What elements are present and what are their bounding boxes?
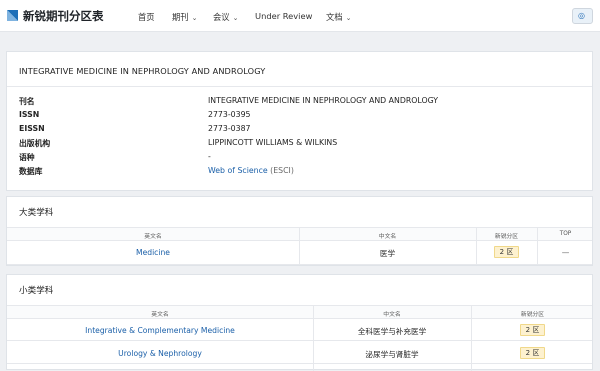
divider bbox=[7, 86, 592, 87]
field-value-eissn: 2773-0387 bbox=[208, 124, 251, 133]
column-header-zone: 新锐分区 bbox=[494, 234, 519, 240]
nav-item-label: 文档 bbox=[326, 12, 343, 22]
settings-button[interactable]: ◎ bbox=[572, 8, 593, 24]
major-subject-card: 大类学科 英文名 中文名 新锐分区 TOP Medicine 医学 2 区 — bbox=[6, 196, 593, 266]
minor-subject-heading: 小类学科 bbox=[19, 286, 54, 296]
top-navbar: 新锐期刊分区表 首页 期刊 ⌄ 会议 ⌄ Under Review 文档 ⌄ ◎ bbox=[0, 0, 600, 32]
database-suffix: (ESCI) bbox=[267, 166, 294, 175]
minor-table-header: 英文名 中文名 新锐分区 bbox=[7, 305, 592, 319]
column-header-chinese: 中文名 bbox=[383, 312, 401, 318]
major-subject-heading: 大类学科 bbox=[19, 208, 54, 218]
field-value-title: INTEGRATIVE MEDICINE IN NEPHROLOGY AND A… bbox=[208, 96, 439, 105]
column-header-zone: 新锐分区 bbox=[520, 312, 545, 318]
zone-badge: 2 区 bbox=[520, 324, 545, 336]
field-label-publisher: 出版机构 bbox=[19, 139, 51, 148]
subject-english-link[interactable]: Urology & Nephrology bbox=[7, 349, 313, 358]
field-label-title: 刊名 bbox=[19, 97, 35, 106]
chevron-down-icon: ⌄ bbox=[345, 14, 352, 22]
minor-subject-card: 小类学科 英文名 中文名 新锐分区 Integrative & Compleme… bbox=[6, 274, 593, 371]
nav-item-home[interactable]: 首页 bbox=[138, 11, 155, 23]
column-header-english: 英文名 bbox=[151, 312, 169, 318]
nav-item-label: 期刊 bbox=[172, 12, 189, 22]
field-value-publisher: LIPPINCOTT WILLIAMS & WILKINS bbox=[208, 138, 338, 147]
logo-icon[interactable] bbox=[7, 10, 18, 21]
column-header-top: TOP bbox=[559, 231, 572, 237]
field-label-issn: ISSN bbox=[19, 110, 40, 119]
field-label-eissn: EISSN bbox=[19, 124, 45, 133]
subject-chinese: 泌尿学与肾脏学 bbox=[365, 350, 419, 359]
chevron-down-icon: ⌄ bbox=[232, 14, 239, 22]
journal-info-card: INTEGRATIVE MEDICINE IN NEPHROLOGY AND A… bbox=[6, 51, 593, 191]
subject-chinese: 医学 bbox=[379, 249, 396, 258]
subject-english-link[interactable]: Integrative & Complementary Medicine bbox=[7, 326, 313, 335]
settings-icon: ◎ bbox=[578, 11, 585, 20]
nav-item-label: Under Review bbox=[255, 11, 313, 21]
journal-title: INTEGRATIVE MEDICINE IN NEPHROLOGY AND A… bbox=[19, 66, 266, 76]
field-label-database: 数据库 bbox=[19, 167, 43, 176]
column-header-english: 英文名 bbox=[144, 234, 162, 240]
column-divider bbox=[299, 227, 300, 265]
chevron-down-icon: ⌄ bbox=[191, 14, 198, 22]
zone-badge: 2 区 bbox=[520, 347, 545, 359]
subject-chinese: 全科医学与补充医学 bbox=[357, 327, 427, 336]
nav-item-journals[interactable]: 期刊 ⌄ bbox=[172, 11, 197, 23]
field-label-language: 语种 bbox=[19, 153, 35, 162]
column-divider bbox=[476, 227, 477, 265]
table-row: Integrative & Complementary Medicine 全科医… bbox=[7, 319, 592, 341]
nav-item-conferences[interactable]: 会议 ⌄ bbox=[213, 11, 238, 23]
subject-english-link[interactable]: Medicine bbox=[7, 248, 299, 257]
nav-item-label: 首页 bbox=[138, 12, 155, 22]
column-header-chinese: 中文名 bbox=[378, 234, 397, 240]
site-brand[interactable]: 新锐期刊分区表 bbox=[23, 8, 104, 24]
nav-item-docs[interactable]: 文档 ⌄ bbox=[326, 11, 351, 23]
field-value-database: Web of Science (ESCI) bbox=[208, 166, 294, 175]
database-link[interactable]: Web of Science bbox=[208, 166, 268, 175]
column-divider bbox=[313, 305, 314, 371]
nav-item-label: 会议 bbox=[213, 12, 230, 22]
top-flag: — bbox=[561, 248, 570, 257]
column-divider bbox=[537, 227, 538, 265]
table-row: Urology & Nephrology 泌尿学与肾脏学 2 区 bbox=[7, 342, 592, 364]
field-value-language: - bbox=[208, 152, 211, 161]
field-value-issn: 2773-0395 bbox=[208, 110, 251, 119]
zone-badge: 2 区 bbox=[494, 246, 519, 258]
column-divider bbox=[471, 305, 472, 371]
nav-item-under-review[interactable]: Under Review bbox=[255, 11, 312, 21]
